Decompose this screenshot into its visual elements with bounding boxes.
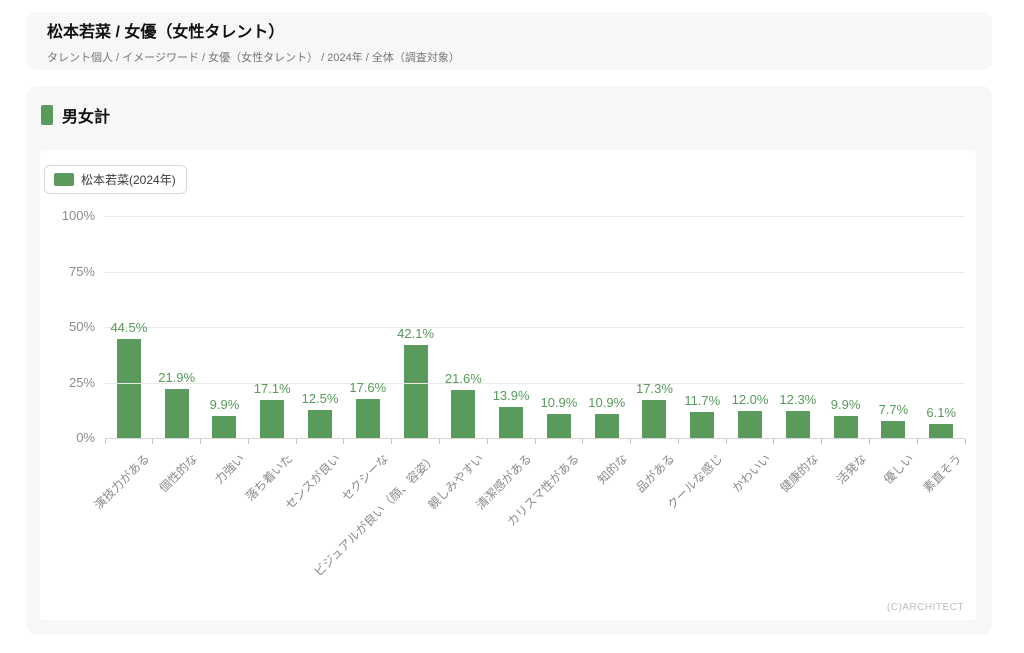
bar-value-label: 12.5% <box>302 391 339 406</box>
bar-value-label: 11.7% <box>684 393 720 408</box>
bar[interactable] <box>690 412 714 438</box>
bar-value-label: 13.9% <box>493 388 530 403</box>
x-axis-tick <box>200 439 201 444</box>
bar-value-label: 10.9% <box>540 395 577 410</box>
category-label: 品がある <box>633 450 679 496</box>
legend-swatch-icon <box>54 173 74 186</box>
bar[interactable] <box>547 414 571 438</box>
y-axis-label: 75% <box>69 264 95 280</box>
x-axis-tick <box>248 439 249 444</box>
x-axis-tick <box>965 439 966 444</box>
bar-value-label: 12.0% <box>732 392 769 407</box>
category-label: 素直そう <box>919 450 965 496</box>
bar[interactable] <box>642 400 666 438</box>
page-title: 松本若菜 / 女優（女性タレント） <box>47 23 972 43</box>
y-axis-label: 0% <box>76 430 95 446</box>
bar[interactable] <box>260 400 284 438</box>
legend-item[interactable]: 松本若菜(2024年) <box>44 165 187 194</box>
bar-column: 42.1%ビジュアルが良い（顔、容姿） <box>392 216 440 438</box>
x-axis-tick <box>343 439 344 444</box>
legend-label: 松本若菜(2024年) <box>81 171 176 188</box>
gridline <box>105 216 965 217</box>
header-card: 松本若菜 / 女優（女性タレント） タレント個人 / イメージワード / 女優（… <box>27 12 992 70</box>
bar-value-label: 9.9% <box>831 397 861 412</box>
bar[interactable] <box>929 424 953 438</box>
bar[interactable] <box>117 339 141 438</box>
x-axis-tick <box>917 439 918 444</box>
bar[interactable] <box>356 399 380 438</box>
section-marker-icon <box>41 105 53 125</box>
breadcrumb: タレント個人 / イメージワード / 女優（女性タレント） / 2024年 / … <box>47 49 972 65</box>
bar-value-label: 7.7% <box>879 402 909 417</box>
x-axis-tick <box>678 439 679 444</box>
bar-value-label: 17.6% <box>349 380 386 395</box>
section-title: 男女計 <box>62 103 110 127</box>
bar-value-label: 44.5% <box>110 320 147 335</box>
watermark: (C)ARCHITECT <box>887 602 964 613</box>
category-label: 力強い <box>211 450 248 487</box>
category-label: 優しい <box>880 450 917 487</box>
bar[interactable] <box>212 416 236 438</box>
x-axis-tick <box>105 439 106 444</box>
x-axis-tick <box>296 439 297 444</box>
x-axis-tick <box>630 439 631 444</box>
chart-section-card: 男女計 松本若菜(2024年) 0%25%50%75%100% 44.5%演技力… <box>27 86 992 635</box>
bar-value-label: 10.9% <box>588 395 625 410</box>
gridline <box>105 383 965 384</box>
bar[interactable] <box>881 421 905 438</box>
x-axis-tick <box>391 439 392 444</box>
category-label: かわいい <box>728 450 774 496</box>
x-axis-tick <box>773 439 774 444</box>
plot-area: 44.5%演技力がある21.9%個性的な9.9%力強い17.1%落ち着いた12.… <box>105 216 965 438</box>
gridline <box>105 272 965 273</box>
x-axis-tick <box>582 439 583 444</box>
x-axis-ticks <box>105 439 965 444</box>
y-axis-label: 25% <box>69 375 95 391</box>
gridline <box>105 327 965 328</box>
x-axis-tick <box>487 439 488 444</box>
y-axis: 0%25%50%75%100% <box>40 216 95 438</box>
bar[interactable] <box>308 410 332 438</box>
bar[interactable] <box>499 407 523 438</box>
category-label: 健康的な <box>776 450 822 496</box>
bar[interactable] <box>738 411 762 438</box>
bar-column: 44.5%演技力がある <box>105 216 153 438</box>
bar[interactable] <box>786 411 810 438</box>
x-axis-tick <box>439 439 440 444</box>
category-label: 活発な <box>832 450 869 487</box>
bar-value-label: 17.1% <box>254 381 291 396</box>
x-axis-tick <box>726 439 727 444</box>
bar-value-label: 12.3% <box>779 392 816 407</box>
category-label: 個性的な <box>155 450 201 496</box>
category-label: 知的な <box>593 450 630 487</box>
category-label: 演技力がある <box>90 450 153 513</box>
section-header: 男女計 <box>41 103 110 127</box>
bar-value-label: 42.1% <box>397 326 434 341</box>
x-axis-tick <box>821 439 822 444</box>
x-axis-tick <box>152 439 153 444</box>
bar[interactable] <box>404 345 428 438</box>
x-axis-tick <box>869 439 870 444</box>
bar[interactable] <box>834 416 858 438</box>
bar[interactable] <box>451 390 475 438</box>
bar-value-label: 6.1% <box>926 405 956 420</box>
bar[interactable] <box>165 389 189 438</box>
bar-value-label: 21.9% <box>158 370 195 385</box>
bar[interactable] <box>595 414 619 438</box>
x-axis-tick <box>535 439 536 444</box>
bar-value-label: 17.3% <box>636 381 673 396</box>
bar-value-label: 21.6% <box>445 371 482 386</box>
chart-panel: 松本若菜(2024年) 0%25%50%75%100% 44.5%演技力がある2… <box>40 150 976 620</box>
y-axis-label: 50% <box>69 319 95 335</box>
bar-value-label: 9.9% <box>210 397 240 412</box>
y-axis-label: 100% <box>62 208 95 224</box>
